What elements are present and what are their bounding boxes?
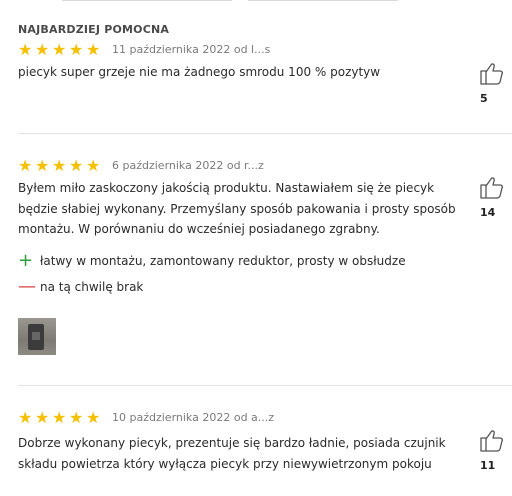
helpful-vote[interactable]: 11 xyxy=(479,427,509,472)
review-card: NAJBARDZIEJ POMOCNA ★ ★ ★ ★ ★ 11 paździe… xyxy=(18,23,512,83)
review-meta-row: ★ ★ ★ ★ ★ 6 października 2022 od r...z xyxy=(18,157,512,174)
star-icon: ★ xyxy=(52,39,67,59)
star-icon: ★ xyxy=(18,407,33,427)
star-icon: ★ xyxy=(86,155,101,175)
review-text: Byłem miło zaskoczony jakością produktu.… xyxy=(18,181,456,236)
review-text: Dobrze wykonany piecyk, prezentuje się b… xyxy=(18,436,446,471)
section-label-most-helpful: NAJBARDZIEJ POMOCNA xyxy=(18,23,170,36)
thumbs-up-icon[interactable] xyxy=(479,60,505,86)
review-date-author: 6 października 2022 od r...z xyxy=(112,159,264,172)
star-icon: ★ xyxy=(18,39,33,59)
plus-icon: + xyxy=(18,249,34,271)
helpful-vote[interactable]: 14 xyxy=(479,174,509,219)
helpful-count: 11 xyxy=(480,459,496,472)
review-card: ★ ★ ★ ★ ★ 10 października 2022 od a...z … xyxy=(18,409,512,474)
star-rating: ★ ★ ★ ★ ★ xyxy=(18,155,103,175)
star-icon: ★ xyxy=(69,407,84,427)
thumbs-up-icon[interactable] xyxy=(479,427,505,453)
pros-cons: + łatwy w montażu, zamontowany reduktor,… xyxy=(18,248,512,300)
review-date-author: 10 października 2022 od a...z xyxy=(112,411,275,424)
helpful-count: 14 xyxy=(480,206,496,219)
review-meta-row: ★ ★ ★ ★ ★ 11 października 2022 od l...s xyxy=(18,41,512,58)
pros-row: + łatwy w montażu, zamontowany reduktor,… xyxy=(18,248,512,274)
top-divider-right xyxy=(248,0,398,1)
star-icon: ★ xyxy=(18,155,33,175)
star-icon: ★ xyxy=(69,155,84,175)
top-divider-left xyxy=(62,0,232,1)
cons-row: — na tą chwilę brak xyxy=(18,274,512,300)
star-icon: ★ xyxy=(35,407,50,427)
review-meta-row: ★ ★ ★ ★ ★ 10 października 2022 od a...z xyxy=(18,409,512,426)
star-icon: ★ xyxy=(69,39,84,59)
star-icon: ★ xyxy=(86,39,101,59)
review-photo-thumbnail[interactable] xyxy=(18,317,56,355)
star-icon: ★ xyxy=(35,39,50,59)
review-divider xyxy=(18,385,512,386)
review-divider xyxy=(18,133,512,134)
star-rating: ★ ★ ★ ★ ★ xyxy=(18,407,103,427)
review-date-author: 11 października 2022 od l...s xyxy=(112,43,271,56)
helpful-vote[interactable]: 5 xyxy=(479,60,509,105)
stove-photo-icon xyxy=(28,323,44,350)
star-icon: ★ xyxy=(52,155,67,175)
helpful-count: 5 xyxy=(480,92,488,105)
review-text: piecyk super grzeje nie ma żadnego smrod… xyxy=(18,65,381,79)
star-rating: ★ ★ ★ ★ ★ xyxy=(18,39,103,59)
review-card: ★ ★ ★ ★ ★ 6 października 2022 od r...z B… xyxy=(18,157,512,355)
star-icon: ★ xyxy=(35,155,50,175)
cons-text: na tą chwilę brak xyxy=(40,279,144,294)
pros-text: łatwy w montażu, zamontowany reduktor, p… xyxy=(40,253,406,268)
minus-icon: — xyxy=(18,275,36,297)
star-icon: ★ xyxy=(52,407,67,427)
thumbs-up-icon[interactable] xyxy=(479,174,505,200)
star-icon: ★ xyxy=(86,407,101,427)
